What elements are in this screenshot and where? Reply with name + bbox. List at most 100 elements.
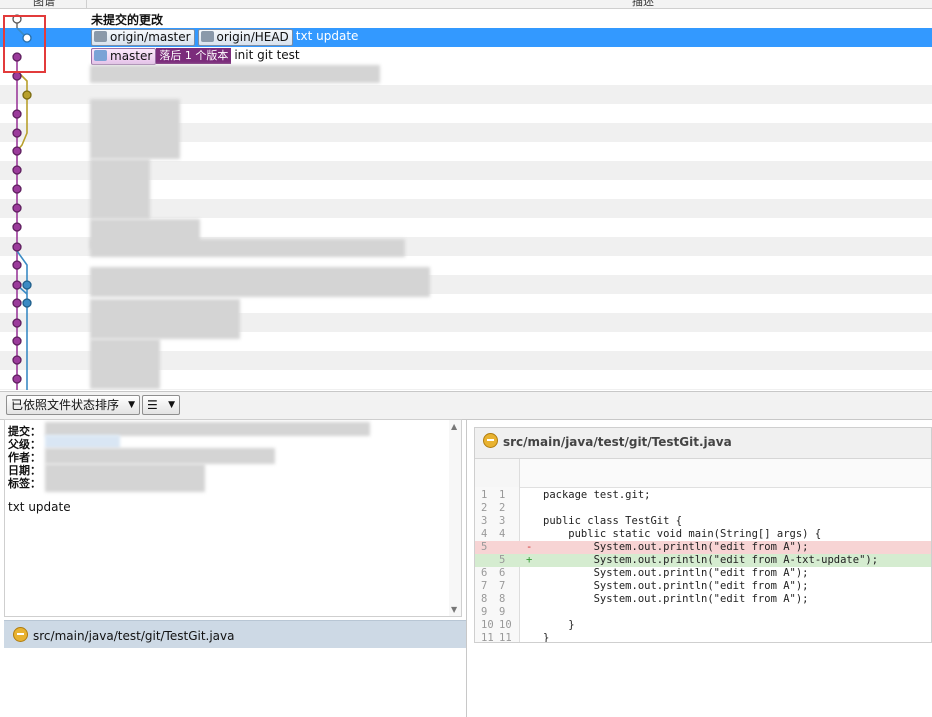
commit-list: 未提交的更改 origin/master origin/HEAD txt updat…: [0, 9, 932, 390]
scroll-down-icon[interactable]: ▼: [451, 605, 457, 614]
highlight-box: [3, 15, 46, 73]
file-item-content: src/main/java/test/git/TestGit.java: [13, 627, 235, 643]
commit-node[interactable]: [22, 280, 32, 290]
chevron-down-icon: ▼: [168, 400, 175, 410]
remote-head-tag[interactable]: origin/HEAD: [197, 29, 293, 46]
old-line-number: 7: [481, 580, 488, 592]
column-divider[interactable]: [86, 0, 87, 8]
redacted-text: [90, 99, 180, 159]
file-list-item[interactable]: src/main/java/test/git/TestGit.java: [4, 620, 466, 648]
commit-node[interactable]: [12, 222, 22, 232]
sort-dropdown[interactable]: 已依照文件状态排序 ▼: [6, 395, 140, 415]
new-line-number: 7: [499, 580, 506, 592]
tags-label: 标签：: [8, 477, 41, 490]
column-header: 图谱 描述: [0, 0, 932, 9]
commit-node[interactable]: [12, 203, 22, 213]
redacted-text: [90, 239, 405, 257]
diff-line: 5 + System.out.println("edit from A-txt-u…: [475, 554, 931, 567]
view-mode-dropdown[interactable]: ☰ ▼: [142, 395, 180, 415]
commit-row-selected[interactable]: origin/master origin/HEAD txt update: [0, 28, 932, 47]
commit-node[interactable]: [12, 165, 22, 175]
old-line-number: 9: [481, 606, 488, 618]
old-line-number: 11: [481, 632, 494, 643]
diff-line: 22: [475, 502, 931, 515]
new-line-number: 3: [499, 515, 506, 527]
chevron-down-icon: ▼: [128, 400, 135, 410]
file-path: src/main/java/test/git/TestGit.java: [33, 629, 235, 643]
commit-node[interactable]: [12, 298, 22, 308]
commit-node[interactable]: [22, 298, 32, 308]
diff-hunk-header: [520, 459, 931, 488]
diff-line: 10 10 }: [475, 619, 931, 632]
column-description-header[interactable]: 描述: [632, 0, 654, 8]
old-line-number: 10: [481, 619, 494, 631]
new-line-number: 4: [499, 528, 506, 540]
diff-line: 99: [475, 606, 931, 619]
code-text: System.out.println("edit from A");: [543, 541, 809, 553]
diff-line: 3 3 public class TestGit {: [475, 515, 931, 528]
remote-branch-tag[interactable]: origin/master: [91, 29, 195, 46]
diff-line: 77 System.out.println("edit from A");: [475, 580, 931, 593]
diff-file-path: src/main/java/test/git/TestGit.java: [503, 435, 732, 449]
diff-gutter-header: [475, 459, 520, 487]
commit-node[interactable]: [12, 242, 22, 252]
code-text: }: [543, 619, 575, 631]
redacted-text: [90, 267, 430, 297]
commit-message-body: txt update: [8, 500, 71, 514]
commit-row-uncommitted[interactable]: 未提交的更改: [0, 9, 932, 28]
column-graph-header[interactable]: 图谱: [33, 0, 55, 8]
old-line-number: 1: [481, 489, 488, 501]
commit-details-pane[interactable]: 提交： 父级： 作者： 日期： 标签： txt update ▲ ▼: [4, 419, 462, 617]
commit-message: txt update: [295, 29, 359, 43]
commit-node[interactable]: [12, 184, 22, 194]
new-line-number: 1: [499, 489, 506, 501]
local-branch-icon: [94, 50, 107, 61]
commit-row[interactable]: [0, 389, 932, 390]
remote-branch-label: origin/master: [110, 30, 191, 44]
commit-node[interactable]: [12, 280, 22, 290]
scrollbar[interactable]: ▲ ▼: [449, 420, 461, 616]
commit-node[interactable]: [22, 90, 32, 100]
code-text: System.out.println("edit from A");: [543, 593, 809, 605]
commit-node[interactable]: [12, 146, 22, 156]
commit-node[interactable]: [12, 318, 22, 328]
uncommitted-label: 未提交的更改: [91, 13, 164, 27]
remote-branch-icon: [94, 31, 107, 42]
diff-line: 11 11}: [475, 632, 931, 643]
local-branch-label: master: [110, 49, 153, 63]
diff-viewer: src/main/java/test/git/TestGit.java 1 1 pa…: [474, 427, 932, 643]
redacted-text: [90, 339, 160, 389]
new-line-number: 8: [499, 593, 506, 605]
redacted-text: [90, 159, 150, 219]
code-text: System.out.println("edit from A-txt-upda…: [543, 554, 879, 566]
code-text: public class TestGit {: [543, 515, 683, 527]
old-line-number: 2: [481, 502, 488, 514]
new-line-number: 5: [499, 554, 506, 566]
code-text: package test.git;: [543, 489, 651, 501]
code-text: }: [543, 632, 550, 643]
list-view-icon: ☰: [147, 398, 158, 412]
pane-splitter[interactable]: [466, 419, 467, 717]
local-branch-tag[interactable]: master: [91, 48, 157, 65]
code-text: System.out.println("edit from A");: [543, 580, 809, 592]
new-line-number: 9: [499, 606, 506, 618]
commit-node[interactable]: [12, 128, 22, 138]
code-text: System.out.println("edit from A");: [543, 567, 809, 579]
commit-node[interactable]: [12, 71, 22, 81]
redacted-text: [90, 299, 240, 339]
scroll-up-icon[interactable]: ▲: [451, 422, 457, 431]
commit-node[interactable]: [12, 374, 22, 384]
commit-node[interactable]: [12, 109, 22, 119]
change-marker: +: [526, 554, 533, 566]
commit-row[interactable]: master 落后 1 个版本 init git test: [0, 47, 932, 66]
new-line-number: 2: [499, 502, 506, 514]
commit-node[interactable]: [12, 355, 22, 365]
diff-file-header: src/main/java/test/git/TestGit.java: [475, 428, 931, 459]
commit-node[interactable]: [12, 260, 22, 270]
commit-message: init git test: [234, 48, 300, 62]
diff-line: 44 public static void main(String[] args…: [475, 528, 931, 541]
modified-file-icon: [13, 627, 28, 642]
diff-line: 66 System.out.println("edit from A");: [475, 567, 931, 580]
new-line-number: 10: [499, 619, 512, 631]
commit-node[interactable]: [12, 336, 22, 346]
